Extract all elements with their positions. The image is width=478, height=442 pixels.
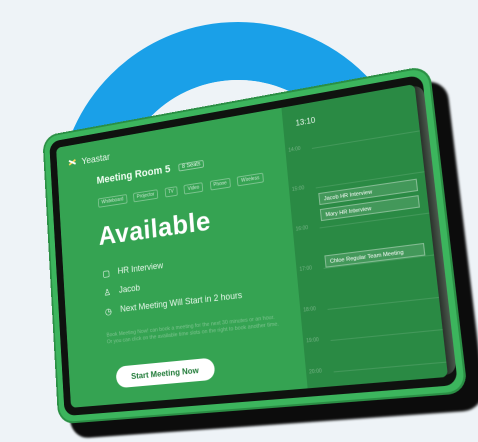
room-capacity-badge: 8 Seats — [178, 160, 204, 172]
brand-logo-text: Yeastar — [81, 152, 110, 167]
equipment-tag: Whiteboard — [98, 194, 127, 208]
meeting-organizer-row: ♙ Jacob — [103, 283, 140, 298]
start-meeting-button[interactable]: Start Meeting Now — [116, 357, 216, 388]
clock-icon: ◷ — [105, 307, 113, 316]
equipment-tag: Phone — [209, 178, 231, 191]
availability-status: Available — [98, 205, 212, 251]
calendar-icon: ▢ — [102, 269, 110, 278]
equipment-tag: Video — [184, 182, 204, 194]
timeline-time-label: 19:00 — [306, 337, 319, 344]
brand-logo: Yeastar — [68, 151, 110, 169]
person-icon: ♙ — [104, 288, 112, 297]
meeting-title-row: ▢ HR Interview — [102, 260, 163, 278]
equipment-tag: Projector — [133, 189, 158, 202]
next-meeting-notice: Next Meeting Will Start in 2 hours — [120, 290, 243, 314]
room-status-panel: Yeastar Meeting Room 5 8 Seats Whiteboar… — [56, 108, 308, 408]
equipment-tag: TV — [164, 186, 178, 197]
meeting-organizer: Jacob — [119, 283, 141, 295]
yeastar-logo-icon — [68, 157, 77, 167]
booking-description: Book Meeting Now! can book a meeting for… — [106, 314, 283, 346]
timeline-time-label: 20:00 — [309, 368, 322, 375]
equipment-tag: Wireless — [237, 173, 264, 187]
timeline-time-label: 18:00 — [303, 306, 316, 314]
meeting-title: HR Interview — [117, 260, 163, 275]
